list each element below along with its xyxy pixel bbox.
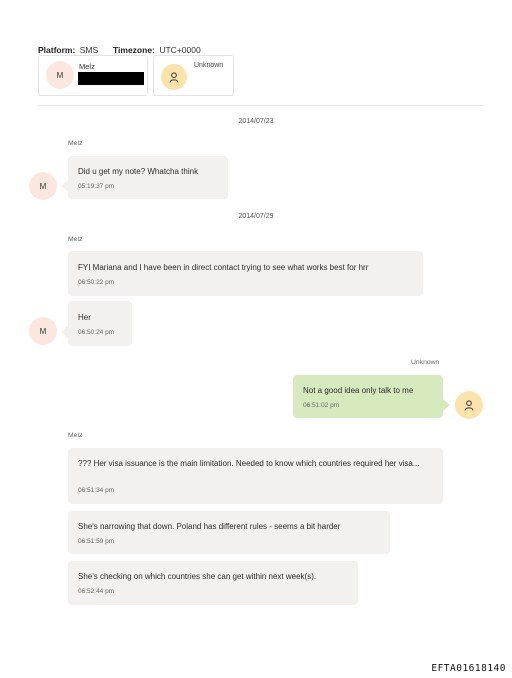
message-timestamp: 06:50:24 pm [78,329,115,336]
person-icon [455,391,483,419]
message-text: She's narrowing that down. Poland has di… [78,522,341,531]
message-timestamp: 06:51:59 pm [78,538,115,545]
message-bubble: ??? Her visa issuance is the main limita… [68,448,443,504]
message-text: FYI Mariana and I have been in direct co… [78,263,369,272]
message-bubble: Did u get my note? Whatcha think 05:19:3… [61,156,228,199]
sender-name: Melz [68,140,83,147]
date-separator: 2014/07/29 [238,213,274,220]
redacted-block [78,72,144,85]
participant-name: Melz [79,62,95,71]
message-text: Did u get my note? Whatcha think [78,167,199,176]
message-timestamp: 06:52:44 pm [78,588,115,595]
message-bubble: She's narrowing that down. Poland has di… [68,511,390,554]
avatar: M [46,61,74,89]
message-text: Her [78,313,91,322]
platform-value: SMS [79,45,99,55]
person-icon [161,64,187,90]
message-text: ??? Her visa issuance is the main limita… [78,459,420,468]
document-id: EFTA01618140 [431,663,506,674]
date-separator: 2014/07/23 [238,118,274,125]
avatar-initial: M [56,70,64,80]
message-bubble: Not a good idea only talk to me 06:51:02… [293,375,450,418]
sender-name: Melz [68,236,83,243]
participant-card-unknown: Unknown [153,55,234,96]
message-timestamp: 05:19:37 pm [78,183,115,190]
message-text: She's checking on which countries she ca… [78,572,317,581]
avatar: M [29,172,57,200]
participant-card-melz: M Melz [38,55,148,96]
bubble-tail [61,326,68,338]
message-bubble: FYI Mariana and I have been in direct co… [68,251,423,296]
message-timestamp: 06:50:22 pm [78,279,115,286]
bubble-tail [61,180,68,192]
avatar-initial: M [39,181,47,191]
avatar-initial: M [39,326,47,336]
header-divider [38,105,484,106]
participant-name: Unknown [194,62,224,69]
message-text: Not a good idea only talk to me [303,386,414,395]
message-bubble: She's checking on which countries she ca… [68,561,358,605]
message-bubble: Her 06:50:24 pm [61,301,132,346]
message-timestamp: 06:51:02 pm [303,402,340,409]
bubble-tail [443,399,450,411]
timezone-label: Timezone: [113,45,155,55]
message-timestamp: 06:51:34 pm [78,487,115,494]
avatar: M [29,317,57,345]
platform-label: Platform: [38,45,76,55]
sender-name: Unknown [411,359,440,366]
sender-name: Melz [68,432,83,439]
timezone-value: UTC+0000 [159,45,201,55]
